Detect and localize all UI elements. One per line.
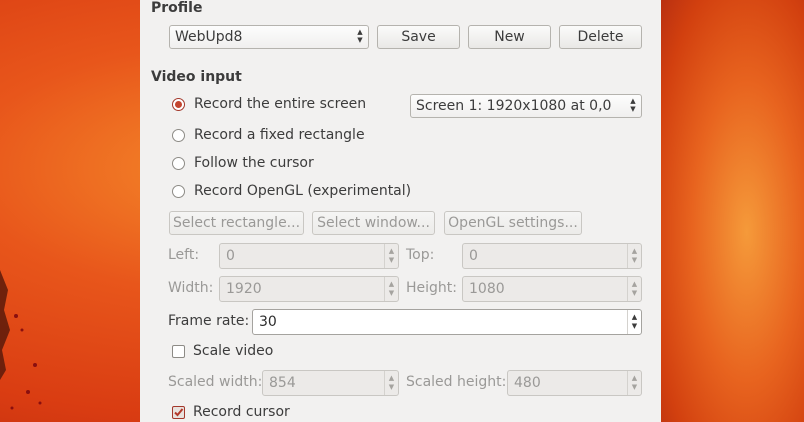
profile-select-value: WebUpd8 (175, 29, 243, 45)
height-label: Height: (406, 280, 457, 296)
scaled-width-label: Scaled width: (168, 374, 263, 390)
record-cursor-label[interactable]: Record cursor (193, 404, 290, 420)
profile-select[interactable]: WebUpd8 ▲ ▼ (169, 25, 369, 49)
scaled-width-value: 854 (269, 375, 296, 391)
spin-arrows-icon[interactable]: ▲ ▼ (627, 371, 641, 395)
width-label: Width: (168, 280, 214, 296)
scale-video-label[interactable]: Scale video (193, 343, 273, 359)
radio-record-opengl[interactable] (172, 185, 185, 198)
radio-follow-cursor-label[interactable]: Follow the cursor (194, 155, 314, 171)
top-value: 0 (469, 248, 478, 264)
record-cursor-checkbox[interactable] (172, 406, 185, 419)
checkmark-icon (174, 408, 184, 417)
top-spinbox[interactable]: 0 ▲ ▼ (462, 243, 642, 269)
profile-section-title: Profile (151, 0, 203, 16)
video-input-section-title: Video input (151, 69, 242, 85)
radio-entire-screen[interactable] (172, 98, 185, 111)
scale-video-checkbox[interactable] (172, 345, 185, 358)
wallpaper-right (661, 0, 804, 422)
spin-arrows-icon[interactable]: ▲ ▼ (384, 244, 398, 268)
select-rectangle-button[interactable]: Select rectangle... (169, 211, 304, 235)
radio-record-opengl-label[interactable]: Record OpenGL (experimental) (194, 183, 411, 199)
radio-follow-cursor[interactable] (172, 157, 185, 170)
screen-select[interactable]: Screen 1: 1920x1080 at 0,0 ▲ ▼ (410, 94, 642, 118)
new-button[interactable]: New (468, 25, 551, 49)
save-button[interactable]: Save (377, 25, 460, 49)
opengl-settings-button[interactable]: OpenGL settings... (444, 211, 582, 235)
wallpaper-tree-decoration (0, 270, 42, 410)
height-value: 1080 (469, 281, 505, 297)
height-spinbox[interactable]: 1080 ▲ ▼ (462, 276, 642, 302)
scaled-height-label: Scaled height: (406, 374, 507, 390)
radio-fixed-rectangle[interactable] (172, 129, 185, 142)
screen-select-value: Screen 1: 1920x1080 at 0,0 (416, 98, 612, 114)
top-label: Top: (406, 247, 435, 263)
scaled-height-spinbox[interactable]: 480 ▲ ▼ (507, 370, 642, 396)
spin-arrows-icon[interactable]: ▲ ▼ (384, 371, 398, 395)
updown-arrows-icon: ▲ ▼ (630, 97, 636, 113)
settings-panel: Profile WebUpd8 ▲ ▼ Save New Delete Video… (140, 0, 661, 422)
frame-rate-spinbox[interactable]: 30 ▲ ▼ (252, 309, 642, 335)
spin-arrows-icon[interactable]: ▲ ▼ (627, 277, 641, 301)
spin-arrows-icon[interactable]: ▲ ▼ (627, 310, 641, 334)
radio-fixed-rectangle-label[interactable]: Record a fixed rectangle (194, 127, 365, 143)
select-window-button[interactable]: Select window... (312, 211, 435, 235)
frame-rate-label: Frame rate: (168, 313, 250, 329)
width-spinbox[interactable]: 1920 ▲ ▼ (219, 276, 399, 302)
left-label: Left: (168, 247, 200, 263)
scaled-width-spinbox[interactable]: 854 ▲ ▼ (262, 370, 399, 396)
delete-button[interactable]: Delete (559, 25, 642, 49)
spin-arrows-icon[interactable]: ▲ ▼ (627, 244, 641, 268)
radio-entire-screen-label[interactable]: Record the entire screen (194, 96, 366, 112)
spin-arrows-icon[interactable]: ▲ ▼ (384, 277, 398, 301)
frame-rate-value: 30 (259, 314, 277, 330)
width-value: 1920 (226, 281, 262, 297)
left-value: 0 (226, 248, 235, 264)
updown-arrows-icon: ▲ ▼ (357, 28, 363, 44)
scaled-height-value: 480 (514, 375, 541, 391)
left-spinbox[interactable]: 0 ▲ ▼ (219, 243, 399, 269)
